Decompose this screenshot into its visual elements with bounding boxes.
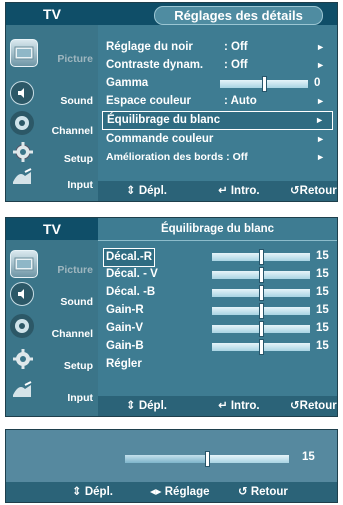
return-hint: ↺Retour — [290, 185, 337, 197]
arrow-right-icon: ► — [316, 42, 325, 52]
menu-item-dynamic-contrast[interactable]: Contraste dynam. : Off ► — [102, 57, 333, 74]
arrow-right-icon: ► — [315, 115, 324, 125]
setup-icon — [10, 139, 36, 165]
input-icon — [10, 165, 36, 191]
sidebar-item-setup[interactable]: Setup — [10, 346, 96, 374]
return-icon: ↺ — [238, 486, 248, 498]
tv-tab[interactable]: TV — [6, 3, 99, 25]
enter-icon: ↵ — [218, 185, 228, 197]
arrow-right-icon: ► — [316, 60, 325, 70]
sidebar-item-channel[interactable]: Channel — [10, 314, 96, 342]
footer: ⇕ Dépl. ◂▸ Réglage ↺ Retour — [6, 482, 337, 502]
wb-row-offset-b[interactable]: Décal. -B 15 — [102, 284, 333, 301]
sidebar-item-input[interactable]: Input — [10, 378, 96, 406]
gamma-slider[interactable] — [220, 76, 308, 92]
gain-g-slider[interactable] — [212, 321, 310, 337]
offset-b-slider[interactable] — [212, 285, 310, 301]
updown-arrow-icon: ⇕ — [72, 486, 82, 498]
title-bar: Réglages des détails — [98, 3, 337, 25]
sidebar-item-picture[interactable]: Picture — [10, 250, 96, 278]
return-icon: ↺ — [290, 185, 300, 197]
gain-r-slider[interactable] — [212, 303, 310, 319]
return-icon: ↺ — [290, 400, 300, 412]
tv-tab[interactable]: TV — [6, 218, 99, 240]
menu-item-gamma[interactable]: Gamma 0 — [102, 75, 333, 92]
slider-knob[interactable] — [262, 76, 267, 92]
slider-fill — [125, 455, 207, 463]
sound-icon — [10, 81, 34, 105]
enter-icon: ↵ — [218, 400, 228, 412]
slider-value: 15 — [302, 451, 315, 463]
gain-b-slider[interactable] — [212, 339, 310, 355]
return-hint: ↺ Retour — [238, 486, 288, 498]
updown-arrow-icon: ⇕ — [126, 185, 136, 197]
sidebar-item-channel[interactable]: Channel — [10, 111, 96, 139]
footer: ⇕ Dépl. ↵ Intro. ↺Retour — [98, 396, 337, 416]
arrow-right-icon: ► — [316, 134, 325, 144]
wb-row-offset-r[interactable]: Décal.-R 15 — [102, 248, 333, 267]
input-icon — [10, 378, 36, 404]
menu-item-black-adjust[interactable]: Réglage du noir : Off ► — [102, 39, 333, 56]
menu-panel-detail-settings: TV Picture Sound Channel Setup Input Rég… — [5, 2, 338, 202]
sound-icon — [10, 282, 34, 306]
offset-r-slider[interactable] — [212, 249, 310, 265]
slider-knob[interactable] — [259, 303, 264, 319]
sidebar-item-setup[interactable]: Setup — [10, 139, 96, 167]
page-title: Réglages des détails — [154, 6, 323, 25]
footer: ⇕ Dépl. ↵ Intro. ↺Retour — [98, 181, 337, 201]
sidebar-item-input[interactable]: Input — [10, 165, 96, 193]
wb-row-gain-b[interactable]: Gain-B 15 — [102, 338, 333, 355]
move-hint: ⇕ Dépl. — [126, 185, 167, 197]
slider-knob[interactable] — [259, 339, 264, 355]
menu-item-color-control[interactable]: Commande couleur ► — [102, 131, 333, 148]
channel-icon — [10, 314, 34, 338]
arrow-right-icon: ► — [316, 152, 325, 162]
slider-knob[interactable] — [259, 267, 264, 283]
menu-panel-white-balance: TV Picture Sound Channel Setup Input Équ… — [5, 217, 338, 417]
wb-row-gain-g[interactable]: Gain-V 15 — [102, 320, 333, 337]
return-hint: ↺Retour — [290, 400, 337, 412]
sidebar-item-picture[interactable]: Picture — [10, 39, 96, 67]
updown-arrow-icon: ⇕ — [126, 400, 136, 412]
slider-knob[interactable] — [205, 451, 210, 467]
enter-hint: ↵ Intro. — [218, 185, 260, 197]
slider-knob[interactable] — [259, 285, 264, 301]
arrow-right-icon: ► — [316, 96, 325, 106]
menu-item-white-balance[interactable]: Équilibrage du blanc ► — [102, 111, 333, 130]
enter-hint: ↵ Intro. — [218, 400, 260, 412]
slider-knob[interactable] — [259, 321, 264, 337]
menu-item-edge-enhancement[interactable]: Amélioration des bords : Off ► — [102, 149, 333, 166]
picture-icon — [10, 250, 38, 278]
wb-row-reset[interactable]: Régler — [102, 356, 333, 373]
offset-g-slider[interactable] — [212, 267, 310, 283]
menu-item-color-space[interactable]: Espace couleur : Auto ► — [102, 93, 333, 110]
picture-icon — [10, 39, 38, 67]
move-hint: ⇕ Dépl. — [72, 486, 113, 498]
sidebar: TV Picture Sound Channel Setup Input — [6, 3, 99, 201]
sidebar-item-sound[interactable]: Sound — [10, 81, 96, 109]
adjust-slider[interactable] — [125, 451, 289, 467]
channel-icon — [10, 111, 34, 135]
adjust-popup: 15 ⇕ Dépl. ◂▸ Réglage ↺ Retour — [5, 429, 338, 503]
adjust-hint: ◂▸ Réglage — [150, 486, 210, 498]
title-bar: Équilibrage du blanc — [98, 218, 337, 241]
wb-row-gain-r[interactable]: Gain-R 15 — [102, 302, 333, 319]
slider-knob[interactable] — [259, 249, 264, 265]
page-title: Équilibrage du blanc — [98, 218, 337, 241]
sidebar: TV Picture Sound Channel Setup Input — [6, 218, 99, 416]
setup-icon — [10, 346, 36, 372]
leftright-arrow-icon: ◂▸ — [150, 486, 162, 498]
move-hint: ⇕ Dépl. — [126, 400, 167, 412]
wb-row-offset-g[interactable]: Décal. - V 15 — [102, 266, 333, 283]
sidebar-item-sound[interactable]: Sound — [10, 282, 96, 310]
